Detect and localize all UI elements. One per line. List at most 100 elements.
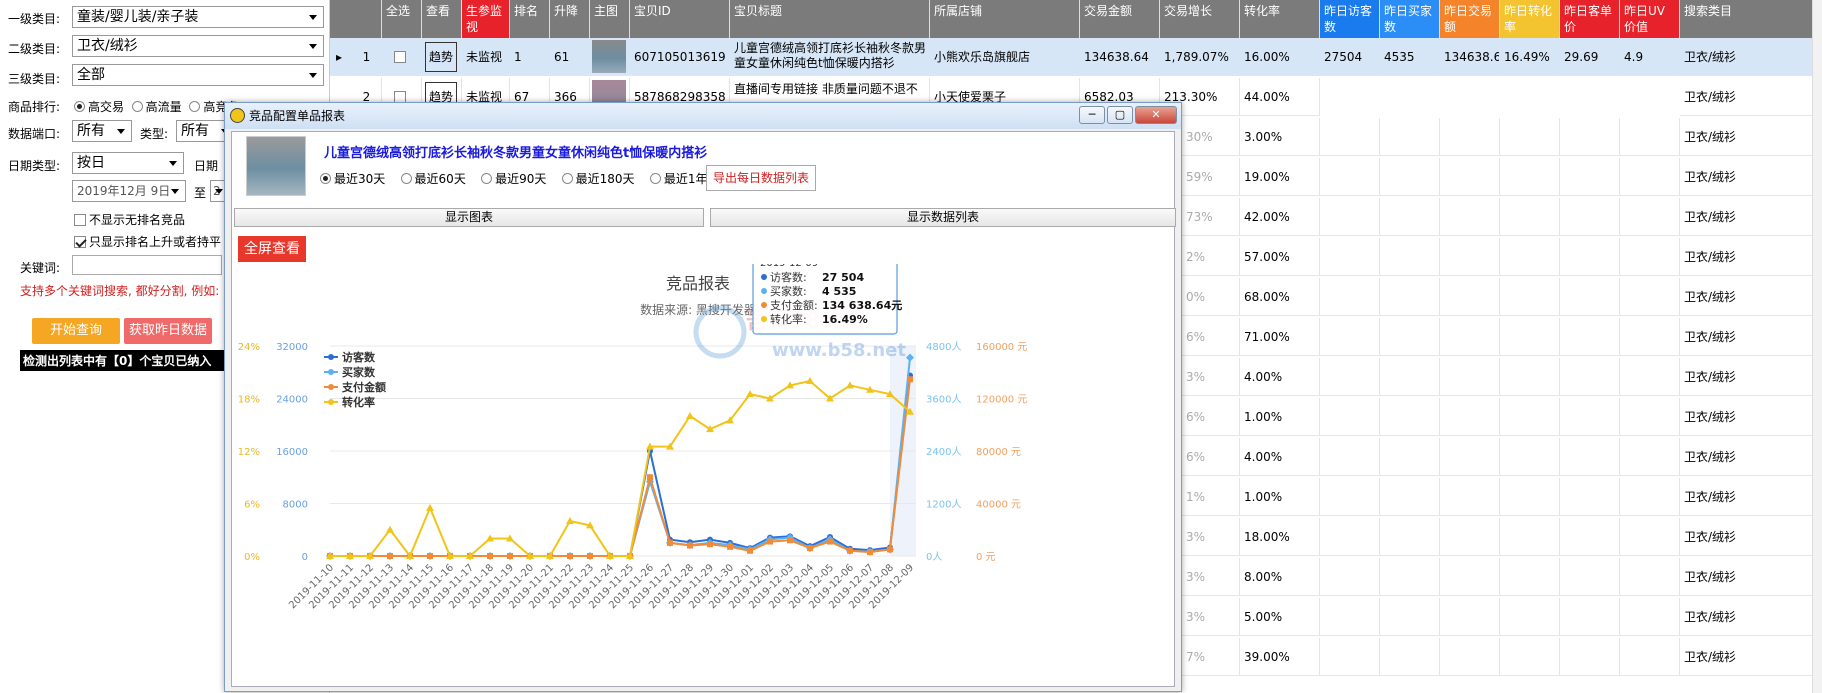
range-30d[interactable]: 最近30天 [320, 172, 385, 186]
empty-cell [1560, 318, 1620, 356]
empty-cell [1500, 438, 1560, 476]
growth-cell: 6% [1182, 438, 1240, 476]
show-list-button[interactable]: 显示数据列表 [710, 208, 1176, 227]
axis-tick-label: 80000 元 [976, 447, 1021, 458]
category-cell: 卫衣/绒衫 [1680, 318, 1822, 356]
empty-cell [1320, 438, 1380, 476]
header-y-buyers: 昨日买家数 [1380, 0, 1440, 38]
y-visitors-cell: 27504 [1320, 38, 1380, 76]
show-chart-button[interactable]: 显示图表 [234, 208, 704, 227]
trend-button[interactable]: 趋势 [422, 38, 462, 76]
empty-cell [1500, 518, 1560, 556]
empty-cell [1320, 558, 1380, 596]
growth-cell: 1,789.07% [1160, 38, 1240, 76]
fullscreen-button[interactable]: 全屏查看 [238, 236, 306, 262]
maximize-icon[interactable]: ▢ [1107, 106, 1133, 124]
to-label: 至 [194, 186, 207, 200]
empty-cell [1500, 158, 1560, 196]
date-from-picker[interactable]: 2019年12月 9日 [72, 180, 186, 202]
dialog-title: 竞品配置单品报表 [249, 109, 346, 123]
legend-marker [328, 369, 334, 375]
category-cell: 卫衣/绒衫 [1680, 158, 1822, 196]
data-point [647, 474, 653, 481]
keyword-hint: 支持多个关键词搜索, 都好分割, 例如: [20, 284, 220, 298]
rank-up-checkbox[interactable]: 只显示排名上升或者持平 [74, 233, 221, 250]
tooltip-value: 27 504 [822, 271, 864, 284]
radio-icon [649, 173, 661, 184]
grid-scrollbar[interactable] [1812, 0, 1822, 693]
axis-tick-label: 24000 [276, 395, 308, 406]
axis-tick-label: 2400人 [926, 446, 961, 458]
cat2-label: 二级类目: [8, 42, 61, 56]
axis-tick-label: 0 元 [976, 552, 996, 563]
dialog-content: 儿童宫德绒高领打底衫长袖秋冬款男童女童休闲纯色t恤保暖内搭衫 最近30天 最近6… [231, 131, 1176, 687]
empty-cell [1440, 198, 1500, 236]
port-select[interactable]: 所有 [72, 120, 132, 142]
axis-tick-label: 6% [244, 500, 260, 511]
empty-cell [1440, 558, 1500, 596]
minimize-icon[interactable]: ─ [1079, 106, 1105, 124]
category-cell: 卫衣/绒衫 [1680, 598, 1822, 636]
rank-option-trade[interactable]: 高交易 [74, 100, 124, 114]
category-cell: 卫衣/绒衫 [1680, 638, 1822, 676]
axis-tick-label: 32000 [276, 342, 308, 353]
empty-cell [1560, 358, 1620, 396]
growth-cell: 3% [1182, 598, 1240, 636]
conv-cell: 1.00% [1240, 478, 1320, 516]
axis-tick-label: 160000 元 [976, 342, 1027, 353]
cat3-select[interactable]: 全部 [72, 64, 324, 86]
conv-cell: 8.00% [1240, 558, 1320, 596]
hide-unranked-checkbox[interactable]: 不显示无排名竞品 [74, 211, 185, 228]
empty-cell [1620, 278, 1680, 316]
data-point [667, 539, 673, 546]
range-1y[interactable]: 最近1年 [649, 172, 707, 186]
export-daily-button[interactable]: 导出每日数据列表 [706, 165, 817, 191]
keyword-input[interactable] [72, 255, 222, 275]
growth-cell: 73% [1182, 198, 1240, 236]
data-point [847, 547, 853, 554]
legend-marker [328, 384, 334, 390]
conv-cell: 3.00% [1240, 118, 1320, 156]
start-query-button[interactable]: 开始查询 [32, 318, 120, 344]
data-point [427, 553, 433, 559]
datetype-select[interactable]: 按日 [72, 152, 184, 174]
range-90d[interactable]: 最近90天 [481, 172, 546, 186]
y-conv-cell: 16.49% [1500, 38, 1560, 76]
header-select-all[interactable]: 全选 [382, 0, 422, 38]
y-uv-cell: 4.9 [1620, 38, 1680, 76]
product-thumbnail[interactable] [590, 38, 630, 76]
empty-cell [1320, 118, 1380, 156]
category-cell: 卫衣/绒衫 [1680, 478, 1822, 516]
empty-cell [1380, 118, 1440, 156]
tooltip-label: 转化率: [770, 312, 807, 326]
header-change: 升降 [550, 0, 590, 38]
row-checkbox[interactable] [382, 38, 422, 76]
header-y-visitors: 昨日访客数 [1320, 0, 1380, 38]
tooltip-bullet [761, 316, 767, 322]
fetch-yesterday-button[interactable]: 获取昨日数据 [124, 318, 212, 344]
empty-cell [1500, 238, 1560, 276]
header-category: 搜索类目 [1680, 0, 1822, 38]
axis-tick-label: 8000 [283, 500, 308, 511]
cat1-select[interactable]: 童装/婴儿装/亲子装 [72, 6, 324, 28]
cat2-select[interactable]: 卫衣/绒衫 [72, 35, 324, 57]
empty-cell [1320, 278, 1380, 316]
empty-cell [1380, 478, 1440, 516]
data-point [507, 553, 513, 559]
range-180d[interactable]: 最近180天 [561, 172, 635, 186]
radio-icon [561, 173, 573, 184]
growth-cell: 6% [1182, 398, 1240, 436]
close-icon[interactable]: ✕ [1135, 106, 1177, 124]
data-point [767, 538, 773, 545]
legend-marker [328, 354, 334, 360]
rank-option-traffic[interactable]: 高流量 [131, 100, 182, 114]
empty-cell [1620, 318, 1680, 356]
empty-cell [1500, 318, 1560, 356]
change-cell: 61 [550, 38, 590, 76]
conv-cell: 16.00% [1240, 38, 1320, 76]
range-60d[interactable]: 最近60天 [400, 172, 466, 186]
tooltip-bullet [761, 302, 767, 308]
empty-cell [1440, 358, 1500, 396]
row-pointer-icon: ▸ [330, 38, 352, 76]
dialog-titlebar[interactable]: 竞品配置单品报表 ─ ▢ ✕ [225, 103, 1181, 129]
